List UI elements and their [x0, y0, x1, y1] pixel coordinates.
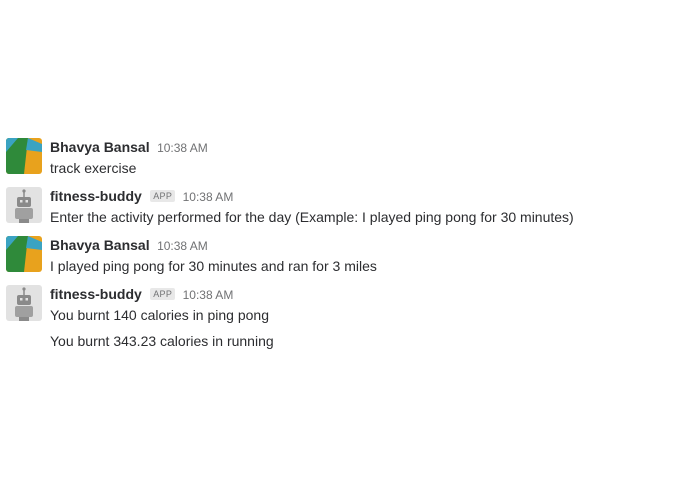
app-badge: APP: [150, 288, 176, 300]
timestamp[interactable]: 10:38 AM: [183, 288, 234, 302]
message-text: You burnt 140 calories in ping pong: [50, 307, 269, 323]
user-avatar-icon[interactable]: [6, 236, 42, 272]
message-text: Enter the activity performed for the day…: [50, 209, 574, 225]
user-avatar-icon[interactable]: [6, 138, 42, 174]
author-name[interactable]: Bhavya Bansal: [50, 139, 150, 155]
message-item: Bhavya Bansal 10:38 AM I played ping pon…: [0, 231, 695, 280]
robot-avatar-icon[interactable]: [6, 285, 42, 321]
message-header: Bhavya Bansal 10:38 AM: [50, 138, 208, 156]
timestamp[interactable]: 10:38 AM: [157, 239, 208, 253]
message-text: track exercise: [50, 160, 137, 176]
timestamp[interactable]: 10:38 AM: [157, 141, 208, 155]
robot-avatar-icon[interactable]: [6, 187, 42, 223]
timestamp[interactable]: 10:38 AM: [183, 190, 234, 204]
message-header: fitness-buddy APP 10:38 AM: [50, 285, 233, 303]
message-text: You burnt 343.23 calories in running: [50, 333, 274, 349]
message-item: Bhavya Bansal 10:38 AM track exercise: [0, 133, 695, 182]
app-badge: APP: [150, 190, 176, 202]
author-name[interactable]: fitness-buddy: [50, 188, 142, 204]
message-list: Bhavya Bansal 10:38 AM track exercise fi…: [0, 133, 695, 355]
message-item: fitness-buddy APP 10:38 AM You burnt 140…: [0, 280, 695, 355]
message-header: fitness-buddy APP 10:38 AM: [50, 187, 233, 205]
author-name[interactable]: fitness-buddy: [50, 286, 142, 302]
author-name[interactable]: Bhavya Bansal: [50, 237, 150, 253]
message-item: fitness-buddy APP 10:38 AM Enter the act…: [0, 182, 695, 231]
message-text: I played ping pong for 30 minutes and ra…: [50, 258, 377, 274]
message-header: Bhavya Bansal 10:38 AM: [50, 236, 208, 254]
